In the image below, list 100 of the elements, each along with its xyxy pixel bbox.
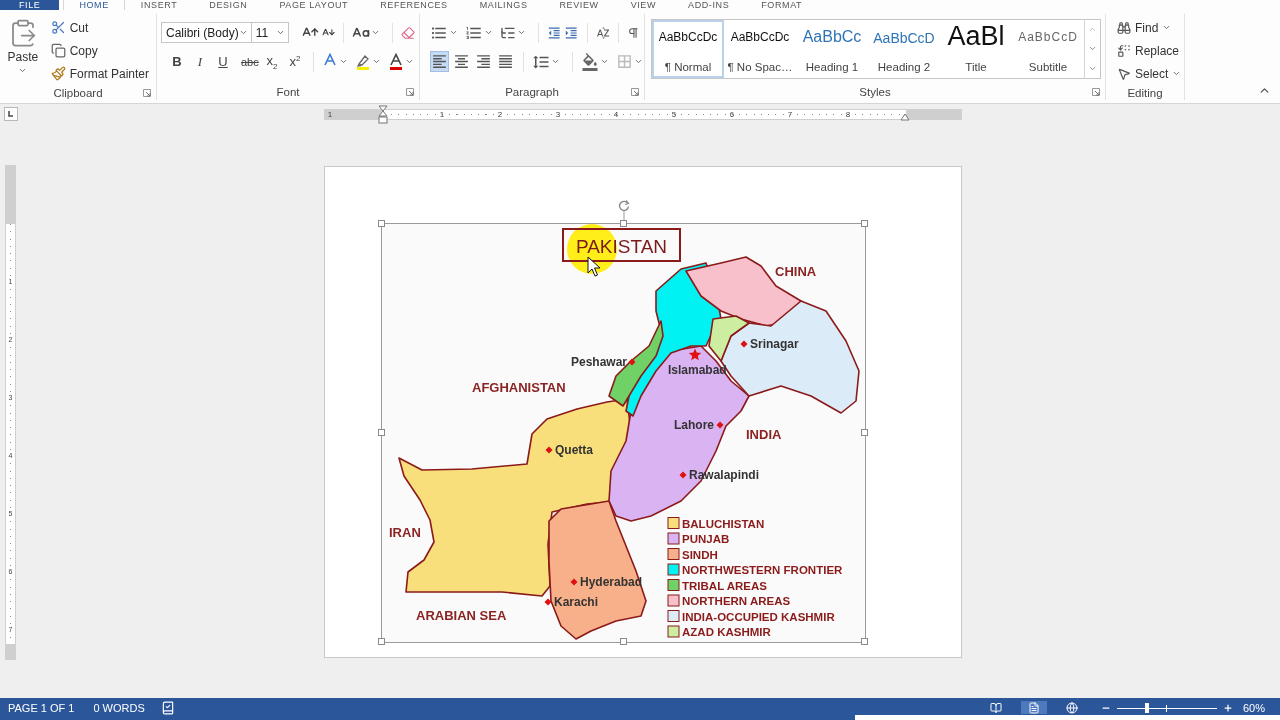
- zoom-level[interactable]: 60%: [1242, 701, 1265, 715]
- caret-icon[interactable]: [275, 28, 285, 37]
- dialog-launcher-icon[interactable]: [1092, 88, 1100, 96]
- italic-button[interactable]: I: [190, 51, 210, 72]
- replace-button[interactable]: Replace: [1114, 39, 1185, 62]
- country-label: ARABIAN SEA: [416, 608, 507, 623]
- caret-icon[interactable]: [238, 28, 248, 37]
- word-count[interactable]: 0 WORDS: [93, 701, 145, 715]
- align-button[interactable]: [430, 51, 449, 72]
- style-name: Heading 1: [805, 61, 859, 73]
- font-size-field[interactable]: 11: [250, 22, 289, 43]
- font-name-field[interactable]: Calibri (Body): [161, 22, 252, 43]
- caret-icon: [1172, 69, 1182, 78]
- city-label: Quetta: [555, 443, 593, 457]
- ribbon-tab[interactable]: VIEW: [614, 0, 673, 10]
- strikethrough-button[interactable]: abc: [239, 51, 259, 72]
- caret-icon[interactable]: [339, 57, 348, 66]
- caret-icon[interactable]: [517, 28, 526, 37]
- ribbon-tab[interactable]: PAGE LAYOUT: [263, 0, 365, 10]
- caret-icon[interactable]: [634, 57, 643, 66]
- caret-icon: [1162, 23, 1172, 32]
- ruler-number: 2: [497, 109, 503, 119]
- highlighter-icon[interactable]: [355, 53, 371, 70]
- ruler-number: 1: [439, 109, 445, 119]
- city-label: Lahore: [674, 418, 714, 432]
- select-button[interactable]: Select: [1114, 62, 1185, 85]
- font-color-icon[interactable]: [388, 53, 404, 70]
- resize-handle[interactable]: [619, 220, 627, 227]
- superscript-button[interactable]: x$^{2}$: [285, 51, 305, 72]
- cut-button[interactable]: Cut: [47, 16, 152, 39]
- ribbon-tab[interactable]: MAILINGS: [463, 0, 544, 10]
- ribbon-tab[interactable]: FORMAT: [745, 0, 819, 10]
- style-name: ¶ Normal: [664, 61, 712, 73]
- style-preview: AaBbCcDc: [658, 31, 718, 43]
- ribbon-tab[interactable]: ADD-INS: [672, 0, 746, 10]
- ribbon-tab[interactable]: REFERENCES: [364, 0, 464, 10]
- caret-icon[interactable]: [405, 57, 414, 66]
- right-indent-marker-icon[interactable]: [900, 112, 910, 121]
- ruler-number: 4: [613, 109, 619, 119]
- caret-icon[interactable]: [600, 57, 609, 66]
- ruler-number: 6: [729, 109, 735, 119]
- read-mode-icon: [989, 701, 1002, 714]
- resize-handle[interactable]: [861, 638, 868, 645]
- caret-icon[interactable]: [551, 57, 560, 66]
- style-preview: AaBbCc: [802, 29, 862, 45]
- legend-label: NORTHWESTERN FRONTIER: [682, 564, 843, 576]
- align-left-icon: [431, 53, 448, 70]
- legend-label: INDIA-OCCUPIED KASHMIR: [682, 610, 835, 623]
- resize-handle[interactable]: [619, 638, 627, 645]
- style-name: ¶ No Spac…: [727, 61, 793, 73]
- justify-icon: [497, 53, 514, 70]
- dialog-launcher-icon[interactable]: [143, 88, 151, 97]
- mouse-pointer-icon: [587, 256, 601, 277]
- proofing-icon[interactable]: [160, 701, 175, 715]
- view-button[interactable]: [1020, 701, 1047, 714]
- caret-icon[interactable]: [370, 28, 380, 37]
- caret-icon[interactable]: [18, 66, 28, 75]
- format-painter-button[interactable]: Format Painter: [47, 62, 152, 85]
- resize-handle[interactable]: [378, 220, 385, 227]
- indent-marker-icon[interactable]: [378, 104, 388, 124]
- paint-bucket-icon[interactable]: [581, 52, 599, 71]
- file-tab[interactable]: FILE: [0, 0, 60, 10]
- find-button[interactable]: Find: [1114, 16, 1185, 39]
- ribbon-tab[interactable]: INSERT: [124, 0, 194, 10]
- caret-icon[interactable]: [372, 57, 381, 66]
- resize-handle[interactable]: [378, 638, 385, 645]
- resize-handle[interactable]: [378, 429, 385, 436]
- eraser-icon[interactable]: [400, 24, 415, 41]
- tab-selector-icon[interactable]: [4, 107, 18, 121]
- rotate-handle-icon[interactable]: [616, 199, 631, 223]
- legend-label: PUNJAB: [682, 533, 730, 545]
- page-count[interactable]: PAGE 1 OF 1: [8, 701, 75, 715]
- capital-star-icon: [688, 348, 702, 361]
- city-label: Peshawar: [570, 355, 627, 369]
- align-right-icon: [475, 53, 492, 70]
- resize-handle[interactable]: [861, 220, 868, 227]
- style-preview: AaBl: [947, 23, 1005, 50]
- group-label: Clipboard: [53, 86, 103, 99]
- group-label: Paragraph: [505, 86, 559, 98]
- paste-button[interactable]: Paste: [4, 16, 42, 85]
- resize-handle[interactable]: [861, 429, 868, 436]
- copy-button[interactable]: Copy: [47, 39, 152, 62]
- ribbon-tab[interactable]: REVIEW: [543, 0, 615, 10]
- country-label: CHINA: [775, 264, 817, 279]
- caret-icon[interactable]: [449, 28, 458, 37]
- underline-button[interactable]: U: [213, 51, 233, 72]
- paintbrush-icon: [50, 66, 66, 81]
- print-layout-icon: [1027, 701, 1040, 714]
- subscript-button[interactable]: x$_{2}$: [262, 51, 282, 72]
- bold-button[interactable]: B: [167, 51, 187, 72]
- ruler-number: 8: [845, 109, 851, 119]
- pointer-icon: [1117, 66, 1131, 81]
- dialog-launcher-icon[interactable]: [406, 88, 414, 96]
- zoom-in-icon[interactable]: [1222, 703, 1233, 713]
- caret-icon[interactable]: [484, 28, 493, 37]
- style-item[interactable]: AaBbCcDc ¶ Normal: [652, 20, 724, 78]
- country-label: AFGHANISTAN: [472, 380, 566, 395]
- ribbon-tab[interactable]: DESIGN: [193, 0, 264, 10]
- dialog-launcher-icon[interactable]: [631, 88, 639, 96]
- zoom-slider-thumb[interactable]: [1144, 703, 1149, 713]
